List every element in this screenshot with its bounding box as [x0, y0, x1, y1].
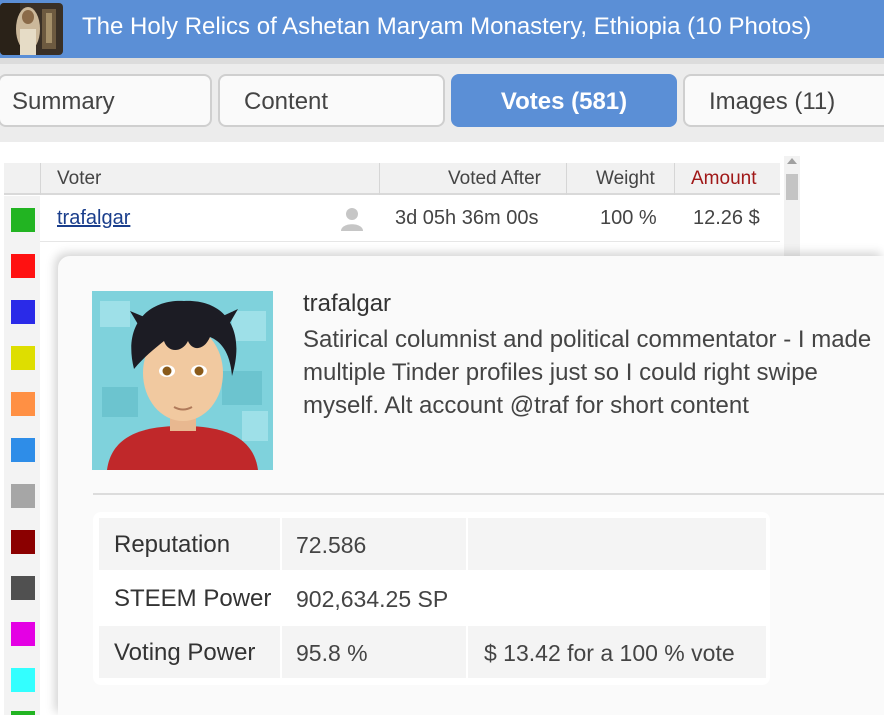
reputation-label: Reputation [114, 531, 231, 558]
weight-value: 100 % [600, 207, 657, 229]
user-icon[interactable] [339, 206, 365, 238]
color-swatch [11, 668, 35, 692]
tab-images[interactable]: Images (11) [683, 74, 884, 127]
column-divider [280, 518, 282, 570]
scrollbar[interactable] [784, 156, 800, 256]
page-title: The Holy Relics of Ashetan Maryam Monast… [82, 13, 812, 40]
weight-column-header[interactable]: Weight [596, 168, 655, 190]
voting-power-value: 95.8 % [296, 640, 368, 666]
column-divider [280, 626, 282, 678]
avatar [92, 291, 273, 470]
tab-votes[interactable]: Votes (581) [451, 74, 677, 127]
column-divider [466, 518, 468, 570]
color-swatch [11, 622, 35, 646]
divider [93, 493, 884, 495]
amount-value: 12.26 $ [693, 207, 760, 229]
voter-name[interactable]: trafalgar [57, 207, 130, 229]
color-swatch [11, 254, 35, 278]
column-divider [466, 626, 468, 678]
voted-after-value: 3d 05h 36m 00s [395, 207, 539, 229]
color-swatch [11, 392, 35, 416]
color-swatch [11, 346, 35, 370]
column-divider [566, 163, 567, 195]
color-swatch [11, 438, 35, 462]
color-swatch [11, 711, 35, 715]
votes-table-header [4, 163, 780, 195]
color-swatch [11, 300, 35, 324]
steem-power-label: STEEM Power [114, 585, 272, 612]
voter-name-link[interactable]: trafalgar [57, 207, 130, 230]
scroll-up-arrow-icon[interactable] [787, 158, 797, 164]
color-swatch [11, 530, 35, 554]
vote-value: $ 13.42 for a 100 % vote [484, 640, 735, 666]
column-divider [40, 163, 41, 195]
column-divider [674, 163, 675, 195]
voter-column-header[interactable]: Voter [57, 168, 101, 190]
voted-after-column-header[interactable]: Voted After [448, 168, 541, 190]
profile-bio: Satirical columnist and political commen… [303, 326, 872, 419]
scrollbar-thumb[interactable] [786, 174, 798, 200]
color-swatch [11, 208, 35, 232]
column-divider [379, 163, 380, 195]
reputation-value: 72.586 [296, 532, 367, 558]
tab-summary[interactable]: Summary [0, 74, 212, 127]
profile-name: trafalgar [303, 290, 392, 317]
tab-content[interactable]: Content [218, 74, 445, 127]
color-swatch [11, 484, 35, 508]
steem-power-value: 902,634.25 SP [296, 586, 449, 612]
post-thumbnail[interactable] [0, 3, 63, 55]
voting-power-label: Voting Power [114, 639, 256, 666]
color-swatch [11, 576, 35, 600]
amount-column-header[interactable]: Amount [691, 168, 756, 190]
